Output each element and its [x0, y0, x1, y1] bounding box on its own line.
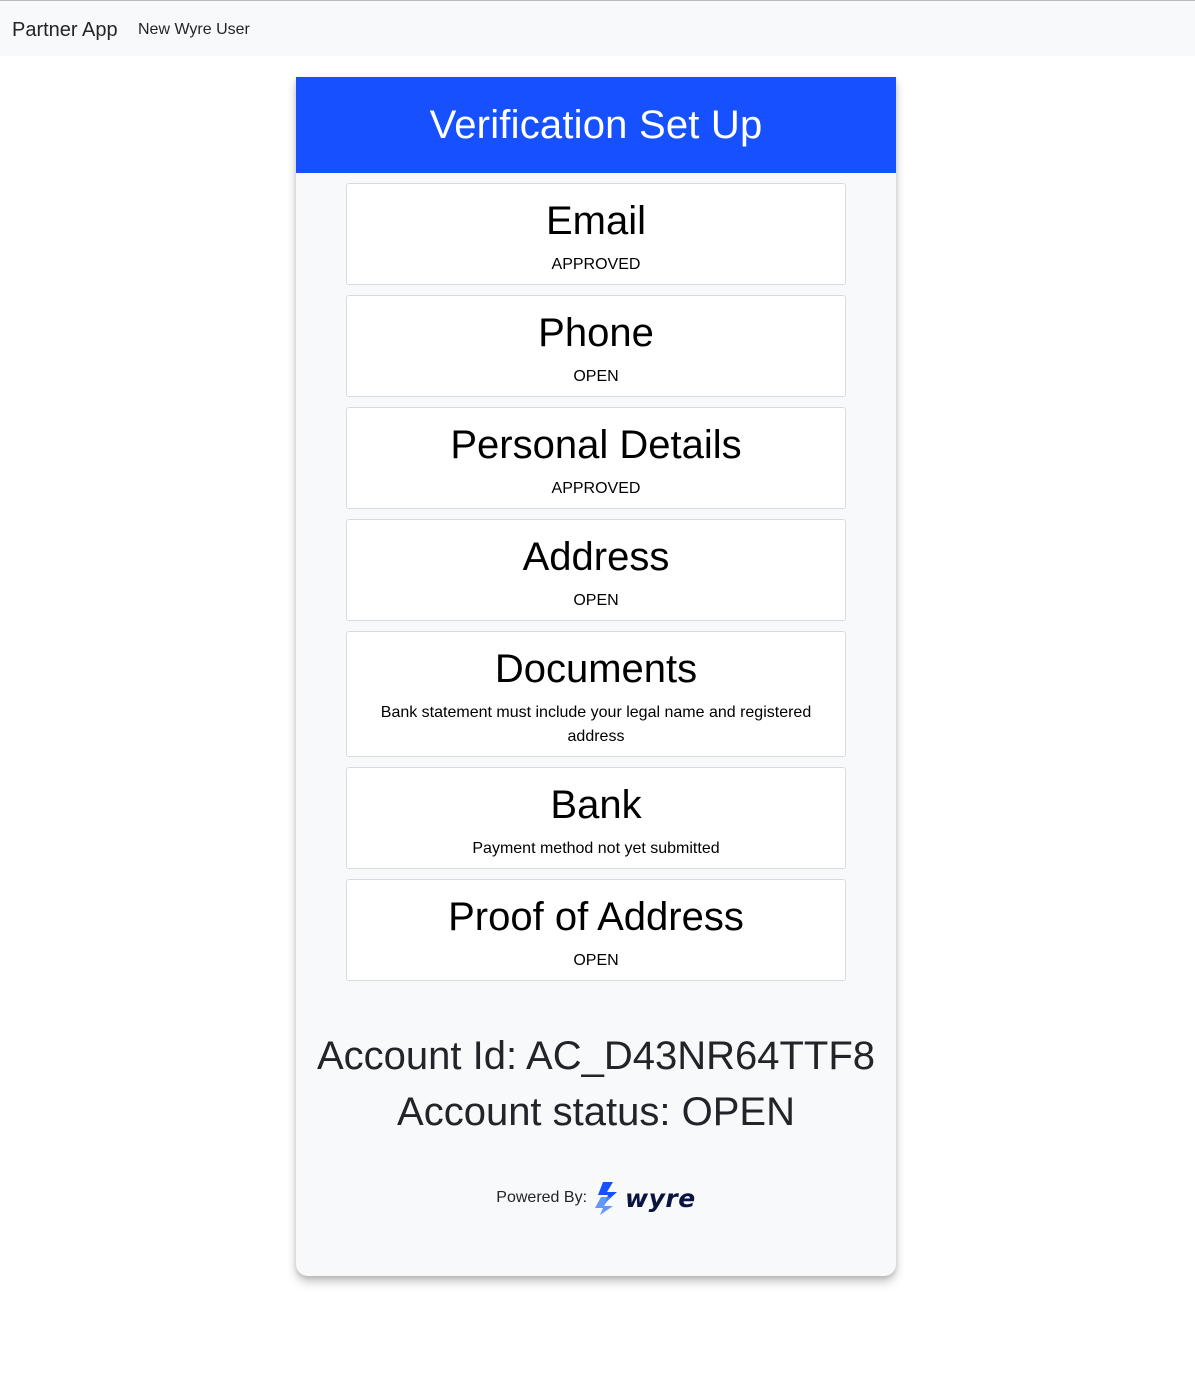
step-title: Email [545, 199, 647, 243]
step-documents[interactable]: Documents Bank statement must include yo… [346, 631, 846, 757]
brand-link[interactable]: Partner App [12, 18, 118, 42]
wyre-bolt-icon [595, 1182, 618, 1215]
step-phone[interactable]: Phone OPEN [346, 295, 846, 397]
page-title: Verification Set Up [429, 102, 763, 147]
powered-by-label: Powered By: [496, 1189, 588, 1206]
step-proof-of-address[interactable]: Proof of Address OPEN [346, 879, 846, 981]
step-title: Phone [538, 311, 654, 355]
step-status: APPROVED [551, 480, 641, 497]
step-status: Payment method not yet submitted [472, 840, 720, 857]
verification-card: Verification Set Up Email APPROVED Phone… [296, 77, 896, 1276]
top-navbar: Partner App New Wyre User [0, 0, 1195, 56]
step-title: Proof of Address [448, 895, 744, 939]
step-title: Personal Details [450, 423, 742, 467]
wyre-logo-text: wyre [625, 1183, 696, 1213]
wyre-logo[interactable]: wyre [593, 1181, 696, 1215]
card-header: Verification Set Up [296, 77, 896, 173]
step-status: OPEN [573, 952, 619, 969]
step-title: Documents [494, 647, 698, 691]
step-email[interactable]: Email APPROVED [346, 183, 846, 285]
step-status: OPEN [573, 368, 619, 385]
step-status: OPEN [573, 592, 619, 609]
account-id: Account Id: AC_D43NR64TTF8 [316, 1034, 876, 1078]
account-status: Account status: OPEN [397, 1090, 795, 1134]
step-title: Bank [550, 783, 642, 827]
step-status: Bank statement must include your legal n… [380, 704, 812, 745]
step-status: APPROVED [551, 256, 641, 273]
step-address[interactable]: Address OPEN [346, 519, 846, 621]
powered-by: Powered By: wyre [296, 1181, 896, 1215]
step-personal-details[interactable]: Personal Details APPROVED [346, 407, 846, 509]
new-wyre-user-link[interactable]: New Wyre User [138, 20, 250, 40]
step-bank[interactable]: Bank Payment method not yet submitted [346, 767, 846, 869]
step-title: Address [522, 535, 670, 579]
